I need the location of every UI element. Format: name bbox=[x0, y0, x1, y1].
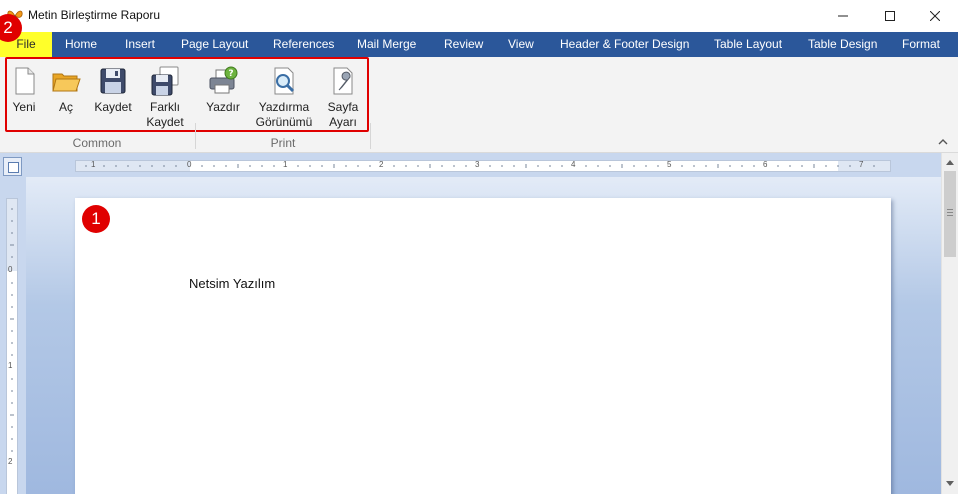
new-button-label: Yeni bbox=[12, 100, 36, 114]
ribbon-panel: Yeni Aç Kaydet Farklı Kaydet Common ? Ya… bbox=[0, 57, 958, 153]
open-button-label: Aç bbox=[58, 100, 73, 114]
save-button[interactable]: Kaydet bbox=[92, 63, 134, 137]
open-folder-icon bbox=[52, 73, 81, 92]
save-as-button[interactable]: Farklı Kaydet bbox=[144, 63, 186, 137]
tab-format[interactable]: Format bbox=[902, 32, 940, 57]
document-area: 1 0 1 2 3 4 5 6 7 0 1 2 Netsim Yazılım 1 bbox=[0, 153, 958, 494]
save-as-label-line1: Farklı bbox=[150, 100, 180, 114]
ruler-toggle-icon[interactable] bbox=[3, 157, 22, 176]
svg-text:?: ? bbox=[228, 69, 233, 79]
page-setup-label-line2: Ayarı bbox=[329, 115, 357, 129]
tab-home[interactable]: Home bbox=[65, 32, 97, 57]
ruler-ticks bbox=[85, 164, 875, 168]
print-button[interactable]: ? Yazdır bbox=[203, 63, 243, 137]
tab-table-layout[interactable]: Table Layout bbox=[714, 32, 782, 57]
document-text[interactable]: Netsim Yazılım bbox=[189, 276, 275, 291]
document-page[interactable]: Netsim Yazılım bbox=[75, 198, 891, 494]
printer-icon: ? bbox=[209, 66, 238, 94]
tab-insert[interactable]: Insert bbox=[125, 32, 155, 57]
page-setup-label-line1: Sayfa bbox=[327, 100, 359, 114]
scroll-down-button[interactable] bbox=[942, 476, 958, 492]
ruler-label: 1 bbox=[283, 160, 288, 169]
title-bar: Metin Birleştirme Raporu bbox=[0, 0, 958, 32]
ribbon-tab-bar: File Home Insert Page Layout References … bbox=[0, 32, 958, 57]
vertical-ruler[interactable]: 0 1 2 bbox=[6, 198, 18, 494]
new-document-icon bbox=[15, 67, 35, 95]
ruler-label: 6 bbox=[763, 160, 768, 169]
minimize-button[interactable] bbox=[820, 0, 866, 32]
ruler-label: 0 bbox=[187, 160, 192, 169]
ruler-label: 3 bbox=[475, 160, 480, 169]
tab-header-footer-design[interactable]: Header & Footer Design bbox=[560, 32, 689, 57]
scroll-up-icon bbox=[946, 160, 954, 165]
ruler-label: 0 bbox=[8, 265, 13, 274]
open-button[interactable]: Aç bbox=[48, 63, 84, 137]
group-separator bbox=[195, 123, 196, 149]
save-button-label: Kaydet bbox=[94, 100, 132, 114]
maximize-button[interactable] bbox=[867, 0, 913, 32]
print-preview-label-line1: Yazdırma bbox=[258, 100, 310, 114]
print-preview-button[interactable]: Yazdırma Görünümü bbox=[252, 63, 316, 137]
page-setup-icon bbox=[333, 67, 353, 95]
ruler-label: 7 bbox=[859, 160, 864, 169]
minimize-icon bbox=[838, 15, 848, 17]
scroll-thumb[interactable] bbox=[944, 171, 956, 257]
close-icon bbox=[930, 11, 940, 21]
group-label-common: Common bbox=[72, 136, 122, 150]
ruler-label: 5 bbox=[667, 160, 672, 169]
tab-table-design[interactable]: Table Design bbox=[808, 32, 877, 57]
callout-badge-1: 1 bbox=[82, 205, 110, 233]
scroll-up-button[interactable] bbox=[942, 154, 958, 170]
horizontal-ruler[interactable]: 1 0 1 2 3 4 5 6 7 bbox=[75, 160, 891, 172]
print-preview-label-line2: Görünümü bbox=[255, 115, 313, 129]
tab-mail-merge[interactable]: Mail Merge bbox=[357, 32, 416, 57]
collapse-ribbon-icon[interactable] bbox=[936, 136, 950, 148]
print-preview-icon bbox=[274, 67, 295, 95]
ruler-label: 2 bbox=[379, 160, 384, 169]
maximize-icon bbox=[885, 11, 895, 21]
ruler-label: 4 bbox=[571, 160, 576, 169]
print-button-label: Yazdır bbox=[206, 100, 240, 114]
group-separator bbox=[370, 123, 371, 149]
vertical-scrollbar[interactable] bbox=[941, 153, 958, 494]
vruler-ticks bbox=[10, 208, 14, 452]
save-as-icon bbox=[151, 66, 179, 96]
close-button[interactable] bbox=[912, 0, 958, 32]
tab-review[interactable]: Review bbox=[444, 32, 483, 57]
save-icon bbox=[100, 68, 126, 94]
ruler-label: 1 bbox=[91, 160, 96, 169]
page-setup-button[interactable]: Sayfa Ayarı bbox=[324, 63, 362, 137]
scroll-down-icon bbox=[946, 481, 954, 486]
tab-page-layout[interactable]: Page Layout bbox=[181, 32, 248, 57]
ruler-label: 1 bbox=[8, 361, 13, 370]
tab-view[interactable]: View bbox=[508, 32, 534, 57]
ruler-label: 2 bbox=[8, 457, 13, 466]
window-title: Metin Birleştirme Raporu bbox=[28, 8, 161, 22]
save-as-label-line2: Kaydet bbox=[146, 115, 184, 129]
tab-references[interactable]: References bbox=[273, 32, 334, 57]
group-label-print: Print bbox=[270, 136, 296, 150]
new-button[interactable]: Yeni bbox=[8, 63, 40, 137]
